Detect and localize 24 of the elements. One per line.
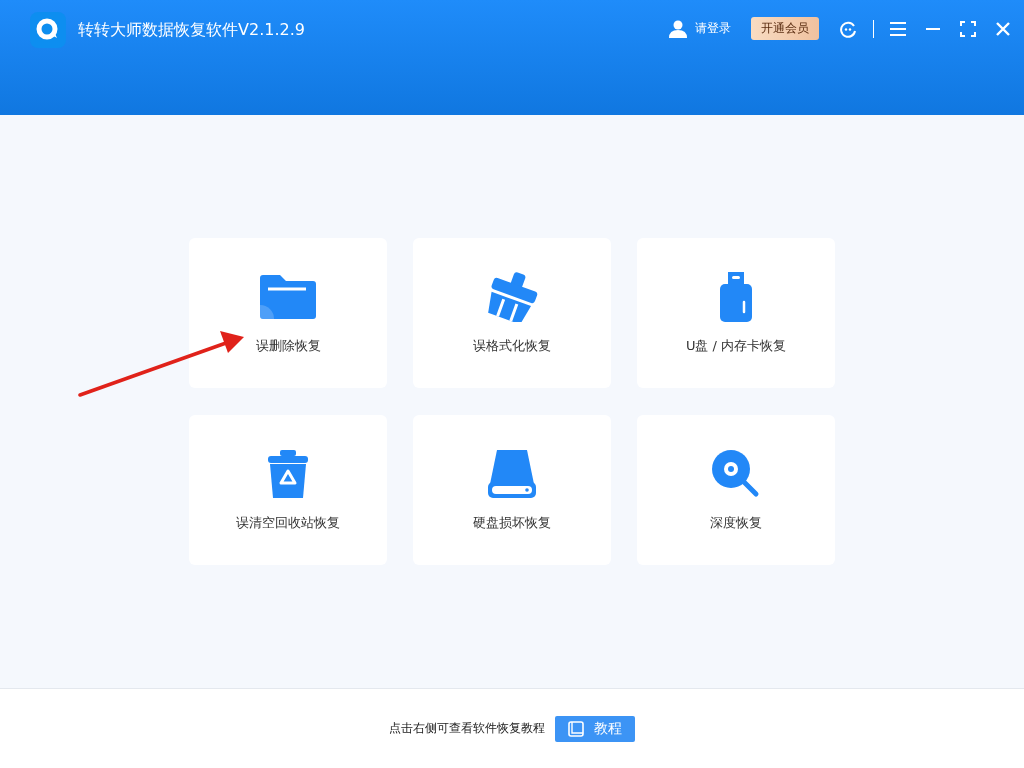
- recovery-mode-card[interactable]: 误清空回收站恢复: [189, 415, 387, 565]
- menu-icon[interactable]: [890, 21, 906, 36]
- recycle-bin-icon: [268, 450, 308, 498]
- tutorial-hint: 点击右侧可查看软件恢复教程: [389, 721, 545, 736]
- book-icon: [568, 720, 584, 737]
- folder-icon: [260, 275, 316, 319]
- support-chat-icon[interactable]: [839, 19, 857, 38]
- broom-icon: [485, 272, 539, 322]
- magnifier-disc-icon: [712, 450, 760, 498]
- recovery-mode-card[interactable]: 误删除恢复: [189, 238, 387, 388]
- close-icon[interactable]: [996, 21, 1010, 36]
- hard-drive-icon: [487, 450, 537, 498]
- window-title: 转转大师数据恢复软件V2.1.2.9: [78, 19, 305, 41]
- recovery-mode-card[interactable]: 硬盘损坏恢复: [413, 415, 611, 565]
- recovery-mode-card[interactable]: 误格式化恢复: [413, 238, 611, 388]
- user-icon: [669, 19, 687, 38]
- recovery-mode-card[interactable]: 深度恢复: [637, 415, 835, 565]
- vip-button[interactable]: 开通会员: [751, 17, 819, 40]
- login-button[interactable]: 请登录: [669, 19, 731, 38]
- app-logo-icon: [30, 12, 66, 48]
- usb-drive-icon: [718, 272, 754, 322]
- maximize-icon[interactable]: [960, 20, 976, 37]
- minimize-icon[interactable]: [926, 27, 940, 30]
- recovery-mode-card[interactable]: U盘 / 内存卡恢复: [637, 238, 835, 388]
